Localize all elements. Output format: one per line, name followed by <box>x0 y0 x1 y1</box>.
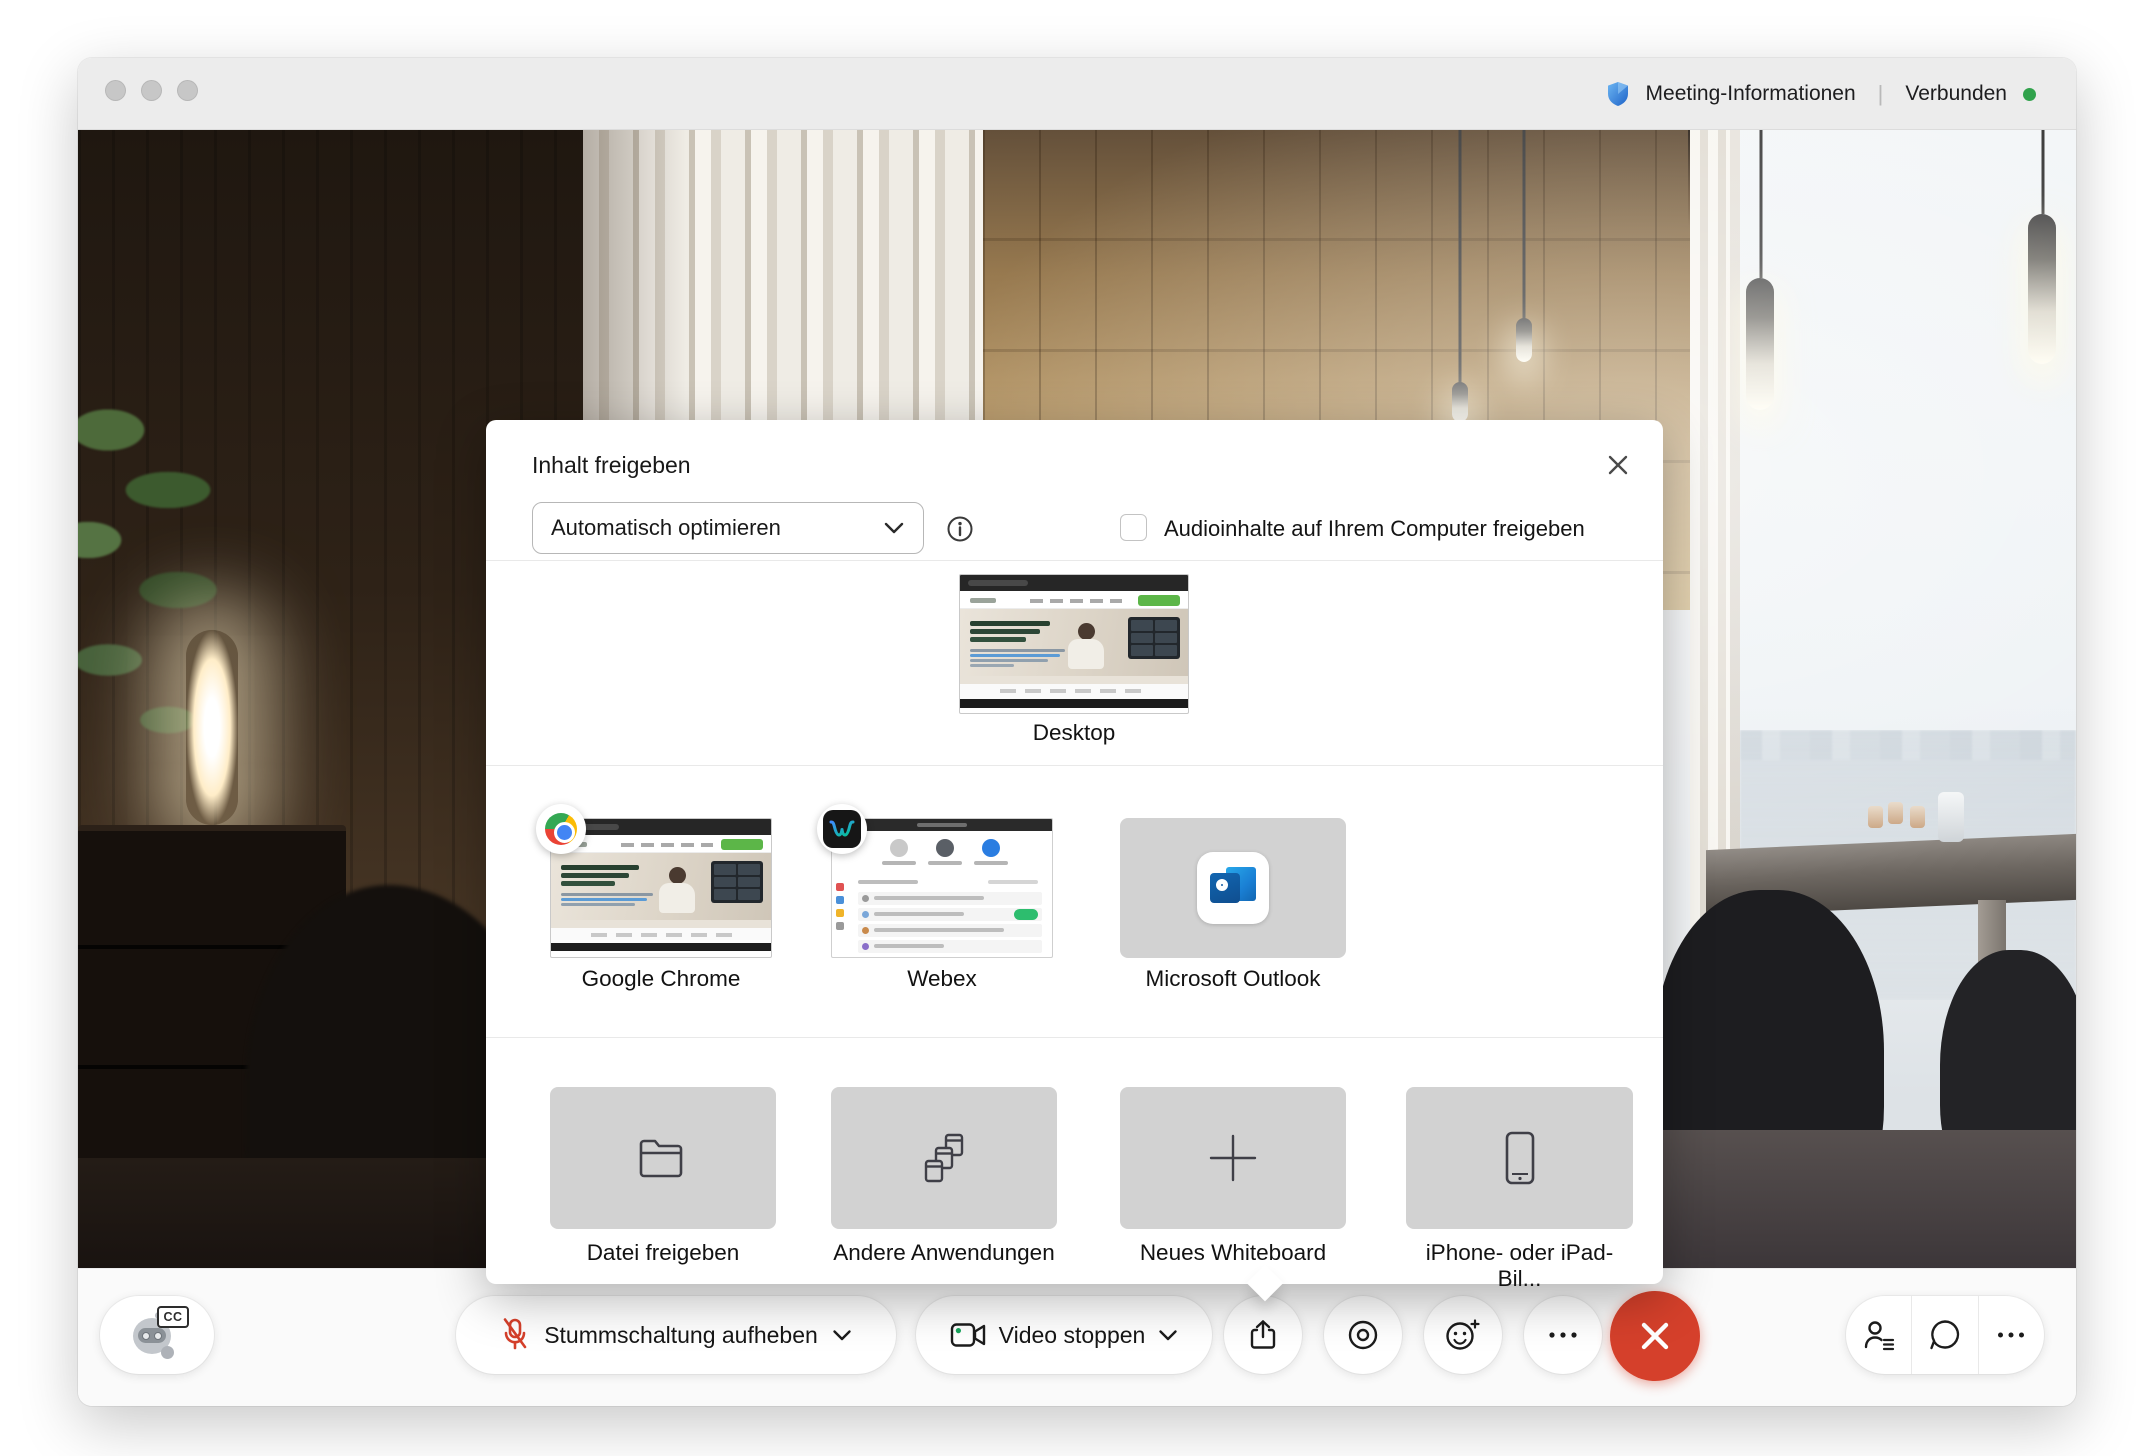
reactions-button[interactable] <box>1424 1296 1502 1374</box>
share-file-tile[interactable] <box>550 1087 776 1229</box>
desktop-share-thumbnail[interactable] <box>959 574 1189 714</box>
more-options-button[interactable] <box>1524 1296 1602 1374</box>
other-apps-tile[interactable] <box>831 1087 1057 1229</box>
more-panels-button[interactable] <box>1978 1296 2044 1374</box>
optimize-dropdown-value: Automatisch optimieren <box>551 515 781 541</box>
outlook-label: Microsoft Outlook <box>1120 966 1346 992</box>
divider <box>486 560 1663 561</box>
record-button[interactable] <box>1324 1296 1402 1374</box>
divider <box>486 765 1663 766</box>
webex-app-badge <box>817 804 867 854</box>
stop-video-button[interactable]: Video stoppen <box>916 1296 1212 1374</box>
assistant-button[interactable]: CC <box>100 1296 214 1374</box>
chrome-label: Google Chrome <box>550 966 772 992</box>
new-whiteboard-tile[interactable] <box>1120 1087 1346 1229</box>
unmute-label: Stummschaltung aufheben <box>544 1322 818 1349</box>
end-call-button[interactable] <box>1610 1291 1700 1381</box>
new-whiteboard-label: Neues Whiteboard <box>1120 1240 1346 1266</box>
dialog-title: Inhalt freigeben <box>532 452 691 479</box>
chevron-down-icon <box>832 1329 852 1342</box>
info-icon[interactable] <box>946 515 974 548</box>
iphone-ipad-label: iPhone- oder iPad-Bil... <box>1406 1240 1633 1292</box>
site-hero <box>960 609 1188 684</box>
share-content-button[interactable] <box>1224 1296 1302 1374</box>
outlook-share-tile[interactable] <box>1120 818 1346 958</box>
unmute-button[interactable]: Stummschaltung aufheben <box>456 1296 896 1374</box>
share-audio-label: Audioinhalte auf Ihrem Computer freigebe… <box>1164 516 1585 542</box>
assistant-robot-icon: CC <box>131 1310 183 1360</box>
chevron-down-icon <box>883 515 905 541</box>
webex-meeting-window: Meeting-Informationen | Verbunden <box>78 58 2076 1406</box>
ellipsis-icon <box>1547 1330 1579 1340</box>
folder-icon <box>637 1136 689 1180</box>
floor-lamp <box>186 630 238 825</box>
glass <box>1868 806 1883 828</box>
desktop-label: Desktop <box>959 720 1189 746</box>
smartphone-icon <box>1503 1130 1537 1186</box>
meeting-control-bar: CC Stummschaltung aufheben Video stoppen <box>78 1268 2076 1406</box>
ellipsis-icon <box>1996 1330 2026 1340</box>
other-apps-label: Andere Anwendungen <box>831 1240 1057 1266</box>
share-icon <box>1246 1318 1280 1352</box>
site-footer <box>960 684 1188 699</box>
iphone-ipad-tile[interactable] <box>1406 1087 1633 1229</box>
cc-badge: CC <box>157 1306 189 1328</box>
site-nav <box>960 591 1188 609</box>
connection-status-dot <box>2023 88 2036 101</box>
app-windows-icon <box>916 1131 972 1185</box>
end-call-x-icon <box>1638 1319 1672 1353</box>
maximize-window-button[interactable] <box>177 80 198 101</box>
share-content-dialog: Inhalt freigeben Automatisch optimieren … <box>486 420 1663 1284</box>
webex-label: Webex <box>831 966 1053 992</box>
browser-chrome <box>960 575 1188 591</box>
window-titlebar: Meeting-Informationen | Verbunden <box>78 58 2076 130</box>
chevron-down-icon <box>1158 1329 1178 1342</box>
pendant-light <box>1510 130 1538 450</box>
close-window-button[interactable] <box>105 80 126 101</box>
minimize-window-button[interactable] <box>141 80 162 101</box>
panel-buttons <box>1846 1296 2044 1374</box>
floor-right <box>1638 1130 2076 1268</box>
titlebar-separator: | <box>1872 81 1890 107</box>
chat-button[interactable] <box>1911 1296 1977 1374</box>
participants-button[interactable] <box>1846 1296 1911 1374</box>
video-camera-icon <box>950 1322 986 1348</box>
pendant-light <box>1746 130 1776 430</box>
carafe <box>1938 792 1964 842</box>
outlook-icon <box>1197 852 1269 924</box>
record-icon <box>1346 1318 1380 1352</box>
share-audio-checkbox[interactable] <box>1120 514 1147 541</box>
mic-muted-icon <box>500 1317 530 1353</box>
close-dialog-button[interactable] <box>1601 448 1635 482</box>
divider <box>486 1037 1663 1038</box>
chrome-icon <box>545 813 577 845</box>
close-icon <box>1606 453 1630 477</box>
traffic-lights <box>105 80 198 101</box>
pendant-light <box>1446 130 1474 430</box>
pendant-light <box>2028 130 2058 390</box>
dock-bar <box>960 699 1188 708</box>
glass <box>1910 806 1925 828</box>
shield-icon <box>1606 81 1630 107</box>
smiley-plus-icon <box>1445 1318 1481 1352</box>
webex-icon <box>823 810 861 848</box>
participants-icon <box>1862 1318 1896 1352</box>
chat-bubble-icon <box>1928 1318 1962 1352</box>
stop-video-label: Video stoppen <box>999 1322 1146 1349</box>
chrome-app-badge <box>536 804 586 854</box>
glass <box>1888 802 1903 824</box>
optimize-dropdown[interactable]: Automatisch optimieren <box>532 502 924 554</box>
connection-status-label: Verbunden <box>1905 82 2007 106</box>
share-file-label: Datei freigeben <box>550 1240 776 1266</box>
plus-icon <box>1205 1130 1261 1186</box>
meeting-info-link[interactable]: Meeting-Informationen <box>1646 82 1856 106</box>
